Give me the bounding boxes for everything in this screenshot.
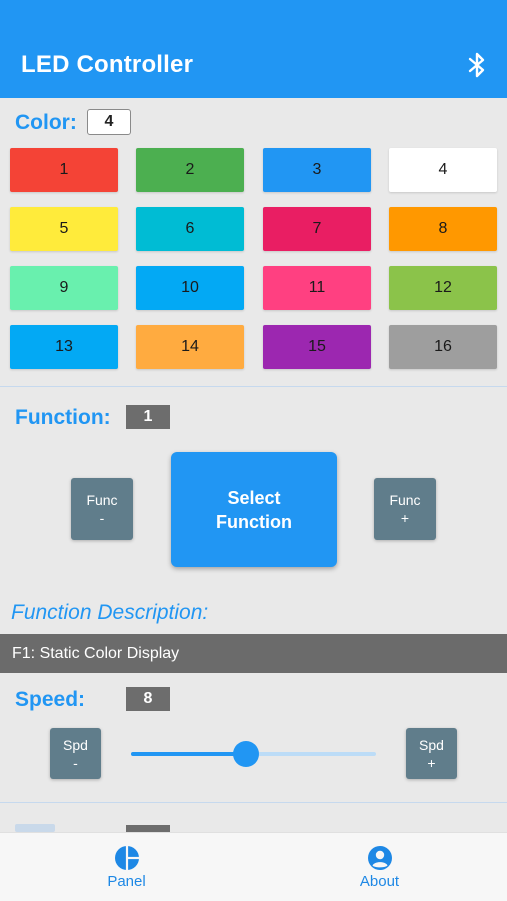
function-value: 1 xyxy=(126,405,170,429)
spd-plus-line2: + xyxy=(427,754,436,771)
color-swatch-1[interactable]: 1 xyxy=(10,148,118,192)
bluetooth-icon[interactable] xyxy=(466,51,488,79)
func-plus-line2: + xyxy=(400,510,410,526)
spd-plus-line1: Spd xyxy=(419,736,444,753)
spd-minus-line1: Spd xyxy=(63,736,88,753)
app-bar: LED Controller xyxy=(0,0,507,98)
spd-minus-line2: - xyxy=(73,754,78,771)
account-circle-icon xyxy=(367,846,392,870)
color-swatch-13[interactable]: 13 xyxy=(10,325,118,369)
select-function-button[interactable]: Select Function xyxy=(171,452,337,567)
color-label: Color: xyxy=(15,111,77,134)
nav-item-about[interactable]: About xyxy=(253,833,506,901)
function-description-text: F1: Static Color Display xyxy=(0,634,507,673)
spd-minus-button[interactable]: Spd - xyxy=(50,728,101,779)
pie-chart-icon xyxy=(114,846,139,870)
nav-item-panel[interactable]: Panel xyxy=(0,833,253,901)
speed-label: Speed: xyxy=(15,688,86,711)
color-swatch-12[interactable]: 12 xyxy=(389,266,497,310)
color-swatch-4[interactable]: 4 xyxy=(389,148,497,192)
speed-slider-fill xyxy=(131,752,247,756)
color-swatch-16[interactable]: 16 xyxy=(389,325,497,369)
color-value-field[interactable]: 4 xyxy=(87,109,131,135)
color-swatch-6[interactable]: 6 xyxy=(136,207,244,251)
bottom-navigation: Panel About xyxy=(0,832,507,901)
color-swatch-10[interactable]: 10 xyxy=(136,266,244,310)
select-function-line1: Select xyxy=(227,487,281,508)
spd-plus-button[interactable]: Spd + xyxy=(406,728,457,779)
color-swatch-8[interactable]: 8 xyxy=(389,207,497,251)
divider xyxy=(0,802,507,803)
color-swatch-3[interactable]: 3 xyxy=(263,148,371,192)
next-section-label-partial xyxy=(15,824,55,832)
func-plus-line1: Func xyxy=(389,492,421,508)
color-swatch-14[interactable]: 14 xyxy=(136,325,244,369)
nav-item-about-label: About xyxy=(359,873,400,890)
func-minus-button[interactable]: Func - xyxy=(71,478,133,540)
speed-slider-thumb[interactable] xyxy=(233,741,260,767)
color-swatch-9[interactable]: 9 xyxy=(10,266,118,310)
function-label: Function: xyxy=(15,406,111,429)
func-minus-line1: Func xyxy=(86,492,118,508)
divider xyxy=(0,386,507,387)
speed-value: 8 xyxy=(126,687,170,711)
next-section-value-partial xyxy=(126,825,170,832)
color-swatch-7[interactable]: 7 xyxy=(263,207,371,251)
color-swatch-15[interactable]: 15 xyxy=(263,325,371,369)
panel-content[interactable]: Color: 4 1 2 3 4 5 6 7 8 9 10 11 12 13 14 15 16 Functio… xyxy=(0,98,507,832)
func-minus-line2: - xyxy=(99,510,105,526)
func-plus-button[interactable]: Func + xyxy=(374,478,436,540)
function-description-label: Function Description: xyxy=(11,601,209,624)
color-swatch-11[interactable]: 11 xyxy=(263,266,371,310)
color-swatch-5[interactable]: 5 xyxy=(10,207,118,251)
app-title: LED Controller xyxy=(21,51,194,78)
nav-item-panel-label: Panel xyxy=(107,873,146,890)
color-swatch-2[interactable]: 2 xyxy=(136,148,244,192)
select-function-line2: Function xyxy=(216,511,292,532)
